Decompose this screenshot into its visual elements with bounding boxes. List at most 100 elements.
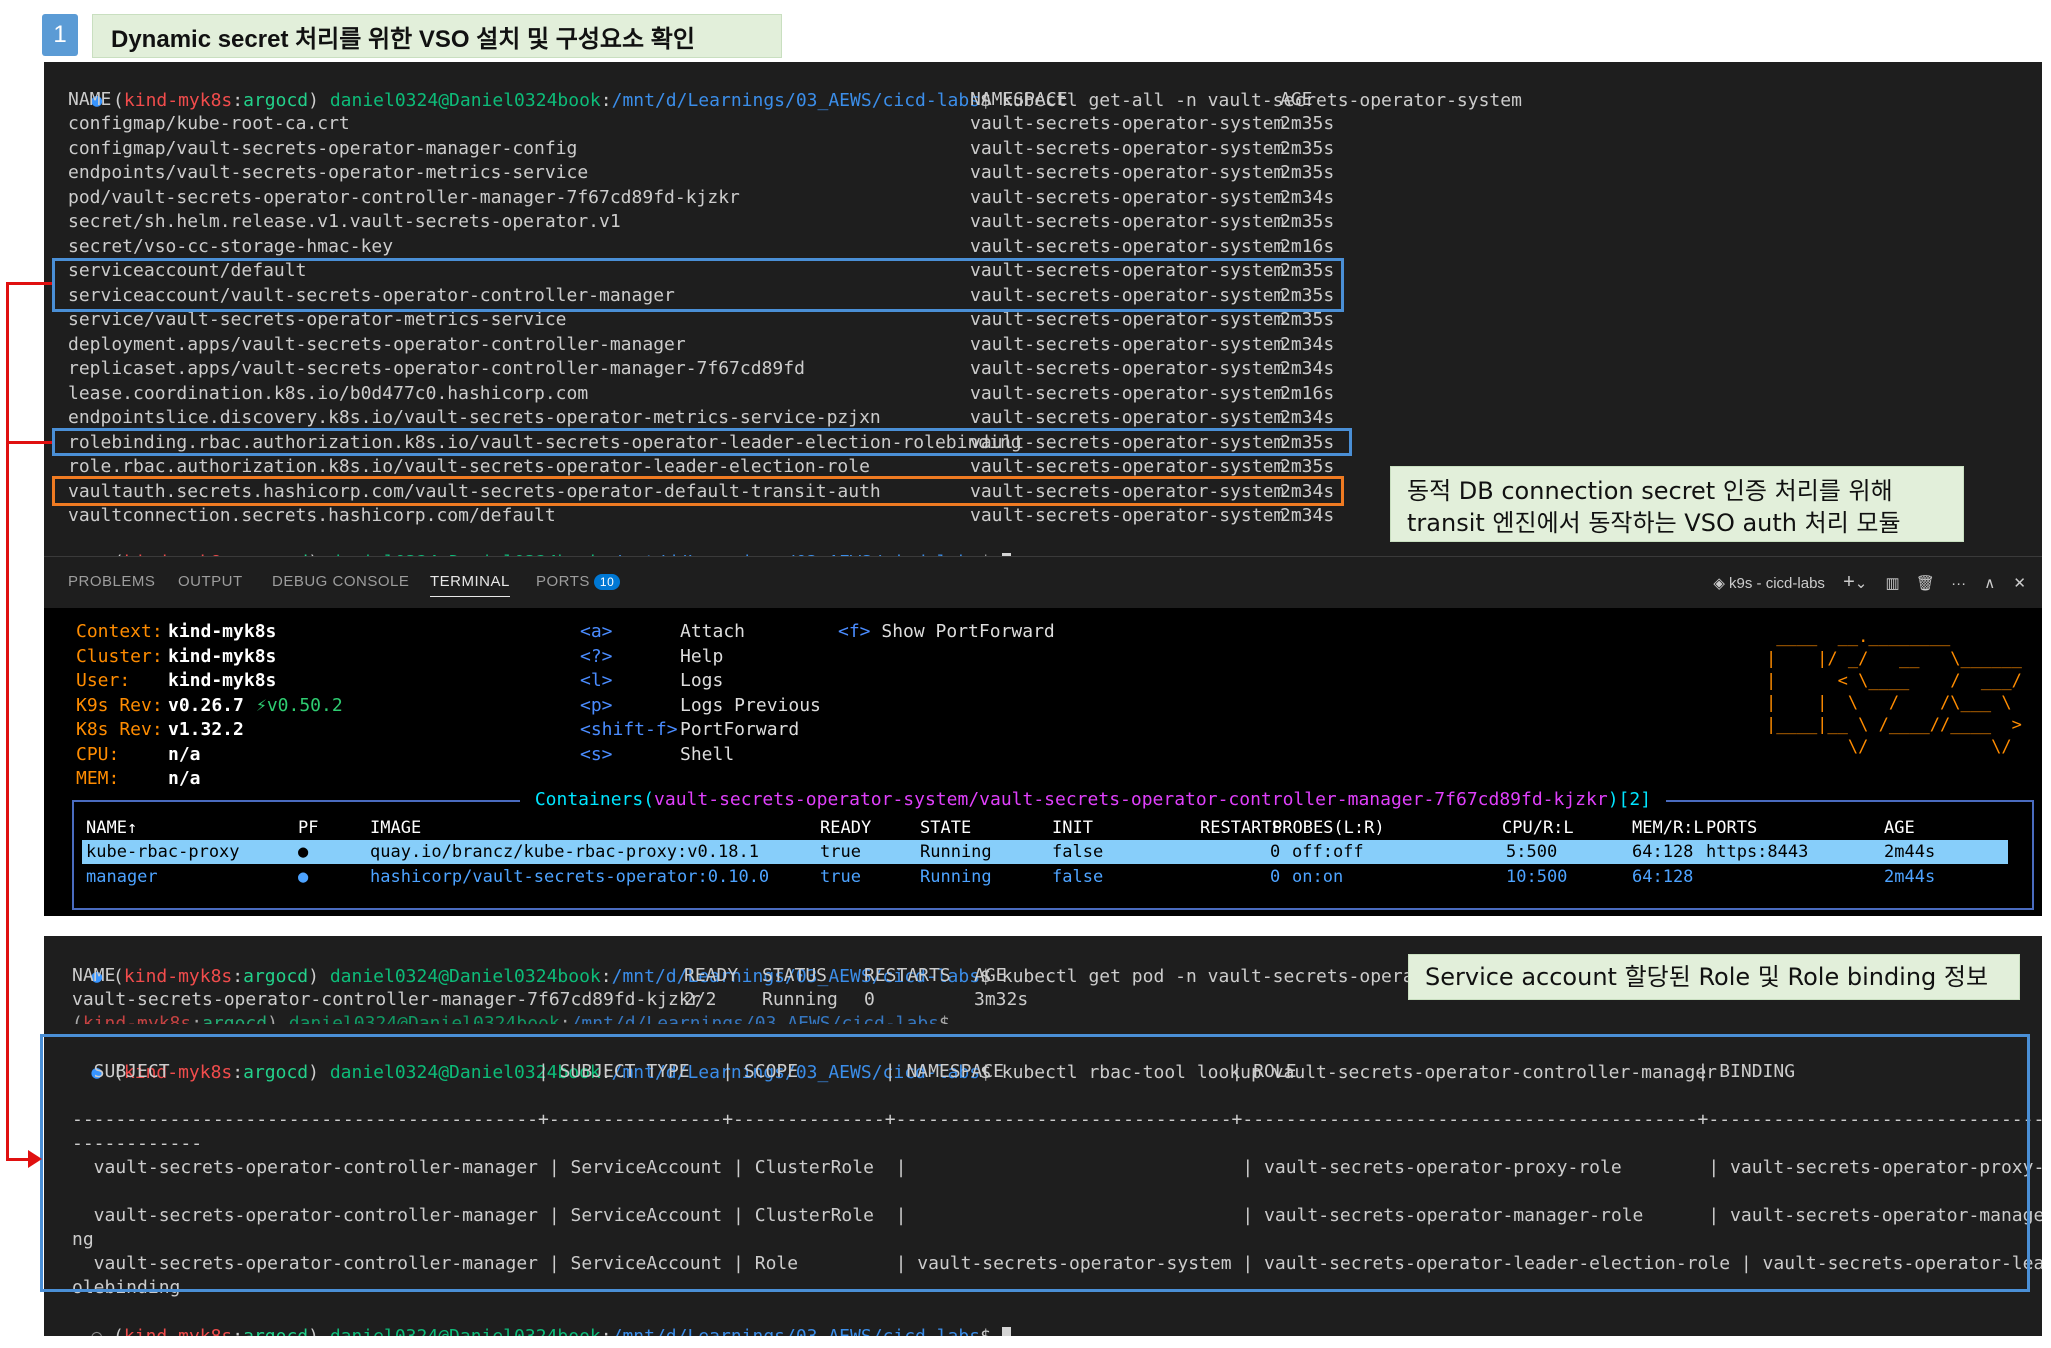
new-terminal-icon[interactable]: + <box>1843 571 1855 593</box>
close-panel-icon[interactable]: ✕ <box>2013 575 2026 592</box>
prompt-path: /mnt/d/Learnings/03_AEWS/cicd-labs <box>611 1325 981 1337</box>
k9s-info-value: v0.26.7 <box>168 694 244 716</box>
prompt-user: daniel0324@Daniel0324book <box>329 1325 601 1337</box>
container-cell-pf: ● <box>298 842 309 862</box>
containers-column-header[interactable]: READY <box>820 816 871 840</box>
container-cell-ready: true <box>820 842 861 862</box>
prompt-line: ● (kind-myk8s:argocd) daniel0324@Daniel0… <box>48 64 1522 111</box>
resource-name: vaultconnection.secrets.hashicorp.com/de… <box>68 505 556 526</box>
split-terminal-icon[interactable]: ▥ <box>1886 575 1900 592</box>
command-idle-dot-icon: ○ <box>91 1325 114 1337</box>
pod-row-status: Running <box>762 989 838 1010</box>
container-cell-ports: https:8443 <box>1706 842 1809 862</box>
resource-age: 2m34s <box>1280 505 1335 526</box>
k9s-info-label: K9s Rev: <box>76 694 163 716</box>
containers-column-header[interactable]: INIT <box>1052 816 1093 840</box>
k9s-logo-line: \/ \/ <box>1766 737 2022 757</box>
prompt-user: daniel0324@Daniel0324book <box>329 89 601 111</box>
container-cell-cpu: 10:500 <box>1506 866 1568 887</box>
resource-name: lease.coordination.k8s.io/b0d477c0.hashi… <box>68 382 589 404</box>
prompt-line: ● (kind-myk8s:argocd) daniel0324@Daniel0… <box>91 965 1522 987</box>
container-cell-restarts: 0 <box>1270 842 1281 862</box>
k9s-info-value: n/a <box>168 743 201 765</box>
shortcut-key: <shift-f> <box>580 719 678 740</box>
chevron-down-icon[interactable]: ⌄ <box>1855 575 1868 592</box>
container-cell-mem: 64:128 <box>1632 842 1694 862</box>
maximize-panel-icon[interactable]: ∧ <box>1984 575 1995 592</box>
containers-column-header[interactable]: IMAGE <box>370 816 421 840</box>
resource-namespace: vault-secrets-operator-system <box>970 333 1285 355</box>
prompt-colon: : <box>600 89 612 111</box>
pod-row-ready: 2/2 <box>684 989 717 1010</box>
container-cell-name: manager <box>86 866 158 887</box>
containers-column-header[interactable]: CPU/R:L <box>1502 816 1574 840</box>
shortcut-action: Help <box>680 645 724 667</box>
container-cell-init: false <box>1052 866 1104 887</box>
shortcut-action: Logs <box>680 670 724 691</box>
prompt-path: /mnt/d/Learnings/03_AEWS/cicd-labs <box>570 1013 940 1024</box>
prompt-env-open: ( <box>113 1325 124 1337</box>
prompt-colon: : <box>559 1013 571 1024</box>
container-cell-age: 2m44s <box>1884 866 1936 887</box>
prompt-sep: : <box>232 1325 244 1337</box>
arrow-head-icon <box>28 1150 42 1168</box>
prompt-colon: : <box>600 1325 612 1337</box>
prompt-ns: argocd <box>202 1013 268 1024</box>
command-text: kubectl get-all -n vault-secrets-operato… <box>990 89 1522 111</box>
pod-row-age: 3m32s <box>974 989 1029 1010</box>
prompt-line: ○ (kind-myk8s:argocd) daniel0324@Daniel0… <box>48 1300 1011 1336</box>
containers-column-header[interactable]: MEM/R:L <box>1632 816 1704 840</box>
containers-column-header[interactable]: PROBES(L:R) <box>1272 816 1385 840</box>
shortcut-key: <p> <box>580 694 613 716</box>
resource-namespace: vault-secrets-operator-system <box>970 505 1285 526</box>
container-cell-probes: off:off <box>1292 842 1364 862</box>
resource-age: 2m35s <box>1280 137 1335 159</box>
step-number-badge: 1 <box>42 14 78 56</box>
trash-icon[interactable]: 🗑 <box>1916 575 1935 592</box>
containers-column-header[interactable]: AGE <box>1884 816 1915 840</box>
tab-debug-console[interactable]: DEBUG CONSOLE <box>272 573 409 590</box>
container-cell-name: kube-rbac-proxy <box>86 842 240 862</box>
container-cell-state: Running <box>920 866 992 887</box>
resource-age: 2m16s <box>1280 235 1335 257</box>
resource-age: 2m16s <box>1280 382 1335 404</box>
resource-age: 2m34s <box>1280 407 1335 428</box>
tab-problems[interactable]: PROBLEMS <box>68 573 155 590</box>
pod-header-age: AGE <box>974 965 1007 986</box>
k9s-info-value: v1.32.2 <box>168 719 244 740</box>
containers-column-header[interactable]: RESTARTS <box>1200 816 1282 840</box>
tab-ports[interactable]: PORTS 10 <box>536 573 621 590</box>
terminal-instance-name[interactable]: k9s - cicd-labs <box>1729 575 1825 592</box>
k9s-logo-line: | |/ _/ __ \______ <box>1766 649 2022 669</box>
resource-name: configmap/vault-secrets-operator-manager… <box>68 137 578 159</box>
container-cell-state: Running <box>920 842 992 862</box>
tab-terminal[interactable]: TERMINAL <box>430 573 510 597</box>
resource-age: 2m35s <box>1280 211 1335 232</box>
resource-name: replicaset.apps/vault-secrets-operator-c… <box>68 358 805 379</box>
shortcut-key: <s> <box>580 743 613 765</box>
containers-column-header[interactable]: STATE <box>920 816 971 840</box>
shortcut-action: Shell <box>680 743 735 765</box>
containers-column-header[interactable]: PF <box>298 816 318 840</box>
prompt-env: kind-myk8s <box>123 89 233 111</box>
k9s-info-label: User: <box>76 670 131 691</box>
shortcut-key: <?> <box>580 645 613 667</box>
tab-output[interactable]: OUTPUT <box>178 573 243 590</box>
more-actions-icon[interactable]: ··· <box>1951 575 1966 592</box>
table-header: NAME <box>68 89 112 110</box>
containers-title: Containers(vault-secrets-operator-system… <box>520 788 1666 812</box>
container-cell-pf: ● <box>298 866 309 887</box>
vaultauth-highlight-box <box>52 476 1344 506</box>
resource-age: 2m34s <box>1280 333 1335 355</box>
pod-header-restarts: RESTARTS <box>864 965 951 986</box>
containers-column-header[interactable]: PORTS <box>1706 816 1757 840</box>
resource-age: 2m34s <box>1280 358 1335 379</box>
k9s-info-label: Context: <box>76 621 163 642</box>
prompt-env-open: ( <box>113 89 124 111</box>
containers-column-header[interactable]: NAME↑ <box>86 816 137 840</box>
resource-name: pod/vault-secrets-operator-controller-ma… <box>68 186 740 208</box>
resource-name: secret/vso-cc-storage-hmac-key <box>68 235 394 257</box>
rolebinding-highlight-box <box>52 428 1352 456</box>
container-cell-cpu: 5:500 <box>1506 842 1558 862</box>
transit-auth-note: 동적 DB connection secret 인증 처리를 위해 transit… <box>1390 466 1964 542</box>
